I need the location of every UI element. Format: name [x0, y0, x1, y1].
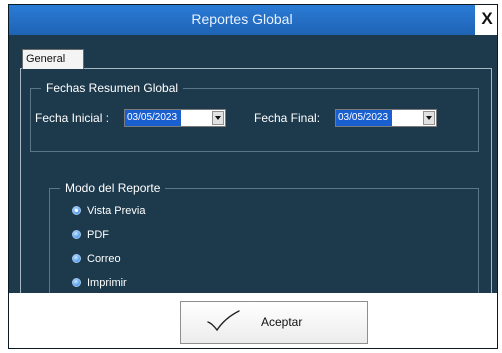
- button-area: Aceptar: [9, 293, 497, 348]
- accept-button-label: Aceptar: [261, 315, 303, 329]
- fecha-final-dropdown-icon[interactable]: [423, 111, 435, 125]
- fecha-inicial-value[interactable]: 03/05/2023: [125, 110, 181, 126]
- radio-pdf-label[interactable]: PDF: [87, 228, 109, 242]
- dates-group-title: Fechas Resumen Global: [41, 80, 184, 96]
- checkmark-icon: [207, 310, 240, 332]
- dates-group: Fechas Resumen Global Fecha Inicial : 03…: [30, 80, 479, 152]
- fecha-inicial-picker[interactable]: 03/05/2023: [124, 109, 226, 127]
- mode-group-title: Modo del Reporte: [60, 180, 166, 196]
- fecha-inicial-label: Fecha Inicial :: [35, 111, 110, 125]
- radio-imprimir-label[interactable]: Imprimir: [87, 276, 127, 290]
- title-bar-fill: Reportes Global: [9, 5, 475, 35]
- fecha-final-label: Fecha Final:: [254, 111, 321, 125]
- radio-correo-label[interactable]: Correo: [87, 252, 121, 266]
- mode-group: Modo del Reporte Vista Previa PDF Correo…: [49, 180, 479, 303]
- radio-vista-previa-label[interactable]: Vista Previa: [87, 204, 146, 218]
- accept-button[interactable]: Aceptar: [180, 301, 368, 344]
- dialog-body: General Fechas Resumen Global Fecha Inic…: [9, 35, 497, 323]
- fecha-final-picker[interactable]: 03/05/2023: [335, 109, 437, 127]
- radio-imprimir[interactable]: [72, 278, 81, 287]
- tab-general[interactable]: General: [22, 49, 84, 69]
- fecha-inicial-dropdown-icon[interactable]: [212, 111, 224, 125]
- radio-correo[interactable]: [72, 254, 81, 263]
- window-title: Reportes Global: [191, 11, 293, 27]
- fecha-final-value[interactable]: 03/05/2023: [336, 110, 392, 126]
- radio-vista-previa[interactable]: [72, 206, 81, 215]
- close-button[interactable]: X: [478, 8, 496, 30]
- tab-panel-general: Fechas Resumen Global Fecha Inicial : 03…: [20, 68, 492, 323]
- radio-pdf[interactable]: [72, 230, 81, 239]
- report-dialog: Reportes Global X General Fechas Resumen…: [8, 4, 498, 349]
- title-bar: Reportes Global X: [9, 5, 497, 35]
